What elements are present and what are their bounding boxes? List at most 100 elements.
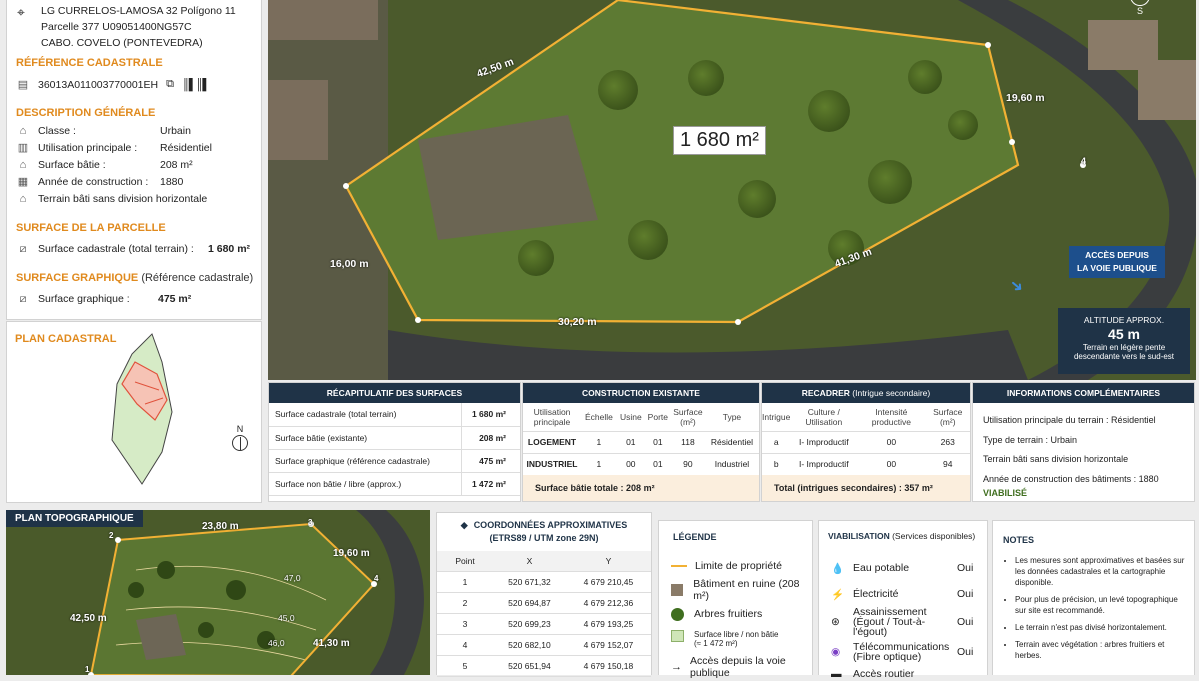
document-icon: ▤ (17, 78, 29, 91)
info-line: Type de terrain : Urbain (983, 434, 1078, 445)
topo-map (88, 510, 424, 675)
wifi-icon: ◉ (831, 646, 841, 658)
note-item: Le terrain n'est pas divisé horizontalem… (1015, 622, 1191, 633)
section-title-graph: SURFACE GRAPHIQUE (16, 272, 139, 284)
construction-panel: CONSTRUCTION EXISTANTE Utilisation princ… (522, 382, 760, 502)
recap-title: RÉCAPITULATIF DES SURFACES (269, 383, 520, 403)
boundary-line-icon (671, 565, 687, 567)
barcode-icon[interactable]: ║▌║▌ (182, 79, 210, 91)
parcelle-value: 1 680 m² (208, 242, 251, 255)
construction-table: Utilisation principale Échelle Usine Porte S… (523, 403, 759, 476)
topo-panel[interactable]: PLAN TOPOGRAPHIQUE 23,80 m 19,60 m 42,50… (6, 510, 430, 675)
copy-icon[interactable]: ⧉ (166, 78, 174, 91)
cadastral-ref-value: 36013A011003770001EH (38, 78, 159, 91)
desc-row: ▥ Utilisation principale : Résidentiel (17, 141, 212, 154)
altitude-value: 45 m (1108, 326, 1140, 342)
vertex-label: 4 (374, 574, 379, 583)
calendar-icon: ▦ (17, 175, 29, 188)
dim-label: 23,80 m (202, 521, 239, 532)
info-line: Année de construction des bâtiments : 18… (983, 473, 1159, 484)
info-comp-panel: INFORMATIONS COMPLÉMENTAIRES Utilisation… (972, 382, 1195, 502)
area-icon: ⧄ (19, 242, 27, 255)
lightning-icon: ⚡ (831, 588, 845, 601)
recadrer-title: RECADRER (Intrigue secondaire) (762, 383, 970, 403)
address-line: Parcelle 377 U09051400NG57C (41, 21, 192, 33)
table-row: INDUSTRIEL 1 00 01 90 Industriel (523, 453, 759, 476)
contour-label: 46,0 (268, 638, 285, 648)
access-callout: ACCÈS DEPUIS LA VOIE PUBLIQUE (1069, 246, 1165, 278)
dim-label: 19,60 m (1006, 92, 1045, 104)
desc-row: ▦ Année de construction :1880 (17, 175, 184, 188)
address-line: LG CURRELOS-LAMOSA 32 Polígono 11 (41, 5, 236, 17)
table-row: LOGEMENT 1 01 01 118 Résidentiel (523, 431, 759, 454)
area-icon: ⧄ (19, 292, 27, 305)
recadrer-panel: RECADRER (Intrigue secondaire) Intrigue C… (761, 382, 971, 502)
notes-title: NOTES (1003, 535, 1035, 545)
contour-label: 47,0 (284, 573, 301, 583)
ruler-house-icon: ⌂ (19, 158, 27, 171)
dim-label: 16,00 m (330, 258, 369, 270)
water-drop-icon: 💧 (831, 562, 845, 575)
table-row: Surface graphique (référence cadastrale)… (269, 449, 520, 473)
house-outline-icon: ⌂ (19, 192, 27, 205)
recadrer-table: Intrigue Culture / Utilisation Intensité p… (762, 403, 970, 476)
vertex-label: 3 (308, 518, 313, 527)
dim-label: 41,30 m (313, 638, 350, 649)
diamond-icon: ◆ (460, 520, 468, 530)
pin-icon: ⌖ (17, 4, 25, 20)
coords-table: Point X Y 1 520 671,32 4 679 210,45 2 520 694… (437, 551, 651, 677)
address-block: ⌖ LG CURRELOS-LAMOSA 32 Polígono 11 Parc… (17, 3, 236, 51)
area-label: 1 680 m² (673, 126, 766, 155)
section-title-parcelle: SURFACE DE LA PARCELLE (16, 222, 166, 234)
table-row: 5 520 651,94 4 679 150,18 (437, 655, 651, 677)
desc-list: ⌂ Classe : Urbain ▥ Utilisation principale … (16, 122, 256, 207)
table-row: 4 520 682,10 4 679 152,07 (437, 634, 651, 656)
table-row: Surface non bâtie / libre (approx.) 1 472… (269, 472, 520, 496)
section-title-ref: RÉFÉRENCE CADASTRALE (16, 57, 163, 69)
aerial-background (268, 0, 1196, 380)
green-square-icon (671, 630, 684, 642)
notes-panel: NOTES Les mesures sont approximatives et… (992, 520, 1195, 675)
table-row: 3 520 699,23 4 679 193,25 (437, 613, 651, 635)
dim-label: 30,20 m (558, 316, 597, 328)
table-row: 2 520 694,87 4 679 212,36 (437, 592, 651, 614)
dim-label: 19,60 m (333, 548, 370, 559)
construction-total: Surface bâtie totale : 208 m² (523, 475, 759, 501)
contour-label: 45,0 (278, 613, 295, 623)
legend-title: LÉGENDE (673, 532, 717, 542)
legend-panel: LÉGENDE Limite de propriété Bâtiment en … (658, 520, 813, 679)
desc-row: ⌂ Surface bâtie :208 m² (16, 156, 256, 173)
desc-row: ⌂ Classe : Urbain (16, 122, 256, 139)
note-item: Terrain avec végétation : arbres fruitie… (1015, 639, 1191, 661)
status-badge: VIABILISÉ (983, 488, 1028, 498)
recap-table: Surface cadastrale (total terrain) 1 680 … (269, 403, 520, 496)
building-icon: ▥ (17, 141, 29, 154)
vertex-label: 2 (109, 531, 114, 540)
graph-value: 475 m² (158, 292, 192, 305)
north-arrow-icon: N (230, 424, 250, 454)
dim-label: 42,50 m (70, 613, 107, 624)
table-row: b I- Improductif 00 94 (762, 453, 970, 476)
compass-icon: S (1126, 0, 1154, 24)
info-panel: ⌖ LG CURRELOS-LAMOSA 32 Polígono 11 Parc… (6, 0, 262, 320)
info-comp-title: INFORMATIONS COMPLÉMENTAIRES (973, 383, 1194, 403)
desc-row: ⌂ Terrain bâti sans division horizontale (16, 190, 256, 207)
viab-title: VIABILISATION (828, 531, 890, 541)
note-item: Les mesures sont approximatives et basée… (1015, 555, 1191, 588)
ruin-icon (671, 584, 684, 596)
house-icon: ⌂ (19, 124, 27, 137)
coords-panel: ◆ COORDONNÉES APPROXIMATIVES (ETRS89 / UT… (436, 512, 652, 677)
section-title-desc: DESCRIPTION GÉNÉRALE (16, 107, 156, 119)
plan-cadastral-panel: PLAN CADASTRAL N (6, 321, 262, 503)
altitude-box: ALTITUDE APPROX. 45 m Terrain en légère … (1058, 308, 1190, 374)
viab-panel: VIABILISATION (Services disponibles) 💧 Ea… (818, 520, 988, 680)
address-line: CABO. COVELO (PONTEVEDRA) (41, 37, 203, 49)
info-line: Utilisation principale du terrain : Rési… (983, 415, 1156, 425)
vertex-label: 1 (85, 665, 90, 674)
note-item: Pour plus de précision, un levé topograp… (1015, 594, 1191, 616)
aerial-photo[interactable]: 1 680 m² 42,50 m 19,60 m 16,00 m 30,20 m… (268, 0, 1196, 380)
arrow-icon: → (671, 661, 682, 673)
cadastral-map[interactable] (7, 322, 263, 502)
topo-title: PLAN TOPOGRAPHIQUE (6, 510, 143, 527)
table-row: 1 520 671,32 4 679 210,45 (437, 571, 651, 593)
